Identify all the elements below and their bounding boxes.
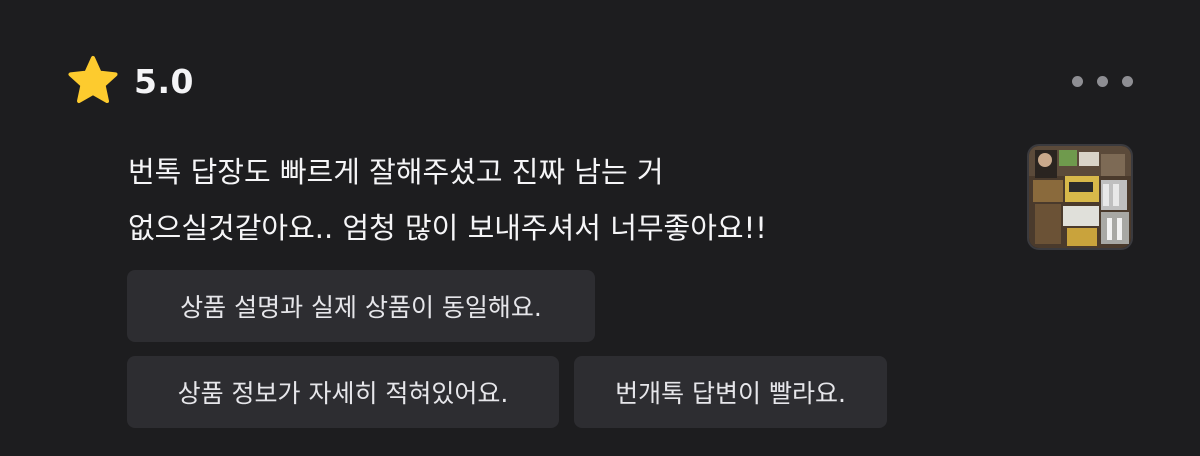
photo-icon xyxy=(1029,146,1131,248)
review-card: 5.0 번톡 답장도 빠르게 잘해주셨고 진짜 남는 거 없으실것같아요.. 엄… xyxy=(0,0,1200,456)
more-horizontal-icon xyxy=(1071,75,1083,87)
review-text: 번톡 답장도 빠르게 잘해주셨고 진짜 남는 거 없으실것같아요.. 엄청 많이… xyxy=(128,144,988,256)
review-tag: 상품 정보가 자세히 적혀있어요. xyxy=(127,356,559,428)
rating-row: 5.0 xyxy=(66,54,194,108)
review-tag: 상품 설명과 실제 상품이 동일해요. xyxy=(127,270,595,342)
review-photo-thumbnail[interactable] xyxy=(1027,144,1133,250)
star-icon xyxy=(68,56,118,103)
more-options-button[interactable] xyxy=(1064,66,1140,96)
review-line: 번톡 답장도 빠르게 잘해주셨고 진짜 남는 거 xyxy=(128,155,664,189)
rating-value: 5.0 xyxy=(134,61,194,101)
more-dot xyxy=(1121,75,1133,87)
review-line: 없으실것같아요.. 엄청 많이 보내주셔서 너무좋아요!! xyxy=(128,211,767,245)
review-tag: 번개톡 답변이 빨라요. xyxy=(574,356,887,428)
more-dot xyxy=(1096,75,1108,87)
